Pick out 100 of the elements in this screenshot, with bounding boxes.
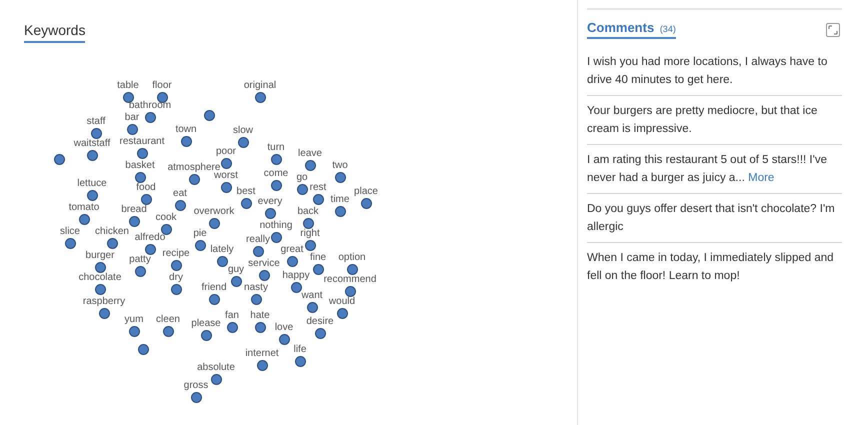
data-point	[361, 198, 372, 209]
data-point	[138, 344, 149, 355]
keyword-label: lately	[210, 244, 234, 255]
data-point	[189, 174, 200, 185]
data-point	[255, 92, 266, 103]
keyword-label: great	[280, 244, 304, 255]
data-point	[259, 270, 270, 281]
data-point	[297, 184, 308, 195]
keyword-label: bar	[124, 112, 140, 123]
keyword-label: yum	[124, 314, 144, 325]
keyword-label: fan	[225, 310, 239, 321]
keyword-label: atmosphere	[168, 162, 220, 173]
comments-tab[interactable]: Comments (34)	[587, 20, 676, 39]
data-point	[265, 208, 276, 219]
section-title: Keywords	[24, 22, 86, 43]
data-point	[347, 264, 358, 275]
data-point	[221, 182, 232, 193]
keyword-label: cleen	[156, 314, 180, 325]
keyword-label: place	[354, 186, 378, 197]
data-point	[217, 256, 228, 267]
keyword-label: basket	[125, 160, 155, 171]
data-point	[271, 232, 282, 243]
data-point	[201, 330, 212, 341]
keyword-label: nothing	[260, 220, 292, 231]
data-point	[313, 264, 324, 275]
data-point	[335, 206, 346, 217]
data-point	[95, 262, 106, 273]
data-point	[135, 172, 146, 183]
data-point	[65, 238, 76, 249]
data-point	[257, 360, 268, 371]
keyword-label: rest	[310, 182, 326, 193]
data-point	[137, 148, 148, 159]
data-point	[209, 218, 220, 229]
comment-text: Do you guys offer desert that isn't chocolate? I'm allergic	[587, 194, 842, 243]
data-point	[107, 238, 118, 249]
keyword-label: table	[117, 80, 139, 91]
data-point	[315, 328, 326, 339]
keyword-label: lettuce	[77, 178, 107, 189]
data-point	[305, 240, 316, 251]
more-link[interactable]: More	[748, 172, 774, 184]
data-point	[279, 334, 290, 345]
keyword-label: poor	[216, 146, 236, 157]
keyword-label: staff	[86, 116, 106, 127]
keyword-label: chocolate	[78, 272, 122, 283]
keyword-label: guy	[228, 264, 244, 275]
keyword-label: turn	[267, 142, 285, 153]
keyword-label: fine	[310, 252, 326, 263]
keyword-label: chicken	[95, 226, 129, 237]
data-point	[305, 160, 316, 171]
keyword-label: alfredo	[134, 232, 166, 243]
keyword-label: tomato	[68, 202, 100, 213]
data-point	[171, 284, 182, 295]
data-point	[345, 286, 356, 297]
data-point	[127, 124, 138, 135]
keyword-label: recipe	[162, 248, 190, 259]
data-point	[211, 374, 222, 385]
keyword-label: floor	[152, 80, 172, 91]
data-point	[251, 294, 262, 305]
keyword-label: please	[191, 318, 221, 329]
keyword-label: every	[258, 196, 282, 207]
data-point	[209, 294, 220, 305]
expand-icon[interactable]	[826, 22, 840, 36]
comment-text: When I came in today, I immediately slipped and fell on the floor! Learn to mop!	[587, 251, 835, 284]
data-point	[191, 392, 202, 403]
keyword-label: worst	[214, 170, 238, 181]
data-point	[91, 128, 102, 139]
data-point	[227, 322, 238, 333]
keyword-label: happy	[282, 270, 310, 281]
keyword-label: time	[330, 194, 350, 205]
keyword-label: hate	[250, 310, 270, 321]
keyword-label: overwork	[194, 206, 234, 217]
keyword-label: cook	[155, 212, 177, 223]
data-point	[307, 302, 318, 313]
data-point	[163, 326, 174, 337]
keyword-label: pie	[193, 228, 207, 239]
data-point	[171, 260, 182, 271]
data-point	[255, 322, 266, 333]
data-point	[95, 284, 106, 295]
comment-text: Your burgers are pretty mediocre, but that ice cream is impressive.	[587, 96, 842, 145]
data-point	[221, 158, 232, 169]
keyword-label: right	[300, 228, 320, 239]
keyword-label: bread	[121, 204, 147, 215]
keyword-label: dry	[169, 272, 183, 283]
data-point	[303, 218, 314, 229]
data-point	[141, 194, 152, 205]
keyword-label: back	[297, 206, 319, 217]
keyword-label: bathroom	[128, 100, 172, 111]
keyword-label: two	[332, 160, 348, 171]
data-point	[145, 112, 156, 123]
keyword-label: absolute	[197, 362, 235, 373]
data-point	[175, 200, 186, 211]
keyword-label: slice	[60, 226, 80, 237]
data-point	[271, 154, 282, 165]
keyword-label: would	[328, 296, 356, 307]
keyword-label: really	[246, 234, 270, 245]
data-point	[313, 194, 324, 205]
keyword-label: food	[136, 182, 156, 193]
keyword-label: town	[175, 124, 197, 135]
keyword-label: eat	[173, 188, 187, 199]
data-point	[87, 190, 98, 201]
